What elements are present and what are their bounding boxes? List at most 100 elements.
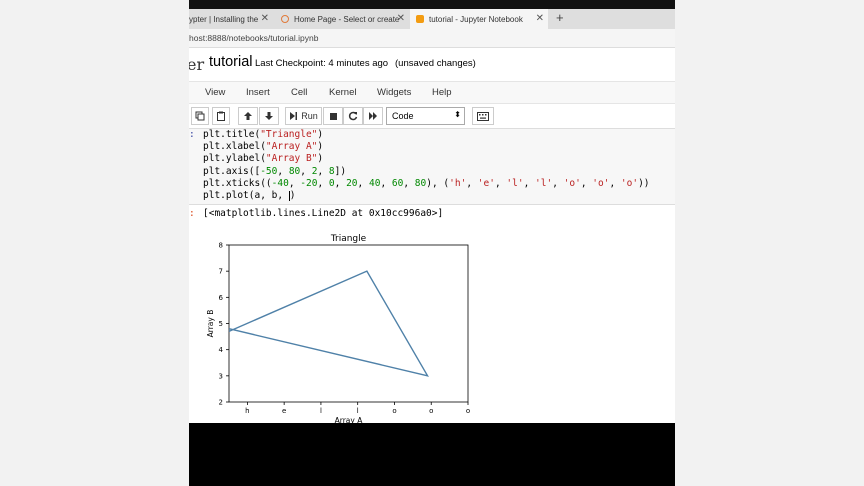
address-bar[interactable]: host:8888/notebooks/tutorial.ipynb: [189, 29, 675, 48]
menu-insert[interactable]: Insert: [246, 87, 270, 98]
code-editor[interactable]: plt.title("Triangle") plt.xlabel("Array A…: [203, 129, 650, 202]
restart-button[interactable]: [343, 107, 363, 125]
code-line: plt.title("Triangle"): [203, 129, 650, 141]
code-token: "Triangle": [260, 129, 318, 140]
close-icon[interactable]: ✕: [397, 13, 405, 24]
stop-icon: [329, 112, 337, 120]
code-token: ,: [317, 165, 329, 177]
code-token: 'h': [449, 177, 467, 189]
code-token: 'o': [620, 177, 639, 189]
interrupt-button[interactable]: [323, 107, 343, 125]
code-token: 'l': [535, 177, 553, 189]
x-tick-label: l: [357, 407, 359, 415]
cell-type-value: Code: [392, 111, 414, 121]
code-token: "Array B": [265, 153, 318, 165]
y-tick-label: 3: [219, 372, 223, 380]
menu-view[interactable]: View: [205, 87, 225, 98]
new-tab-icon[interactable]: +: [556, 10, 564, 25]
close-icon[interactable]: ✕: [536, 13, 544, 24]
code-token: ,: [609, 177, 621, 189]
move-up-button[interactable]: [238, 107, 258, 125]
menu-help[interactable]: Help: [432, 87, 452, 98]
code-token: ,: [466, 177, 478, 189]
copy-button[interactable]: [191, 107, 209, 125]
output-text: [<matplotlib.lines.Line2D at 0x10cc996a0…: [203, 208, 444, 219]
code-token: ]): [334, 165, 347, 177]
plot-figure: Triangle h e l l o o o 2 3 4 5 6 7 8 Array A Array B: [206, 234, 470, 423]
code-token: )): [638, 177, 650, 189]
code-token: ), (: [426, 177, 450, 189]
run-button[interactable]: Run: [285, 107, 322, 125]
code-token: 80: [414, 177, 427, 189]
restart-run-all-button[interactable]: [363, 107, 383, 125]
chart-title: Triangle: [330, 234, 367, 244]
code-token: plt.xlabel(: [203, 141, 266, 153]
code-token: plt.axis([: [203, 165, 261, 177]
menu-kernel[interactable]: Kernel: [329, 87, 356, 98]
code-token: ,: [334, 177, 347, 189]
y-axis-label: Array B: [206, 310, 215, 338]
input-prompt: :: [189, 129, 195, 140]
menu-widgets[interactable]: Widgets: [377, 87, 411, 98]
step-forward-icon: [290, 112, 298, 120]
y-tick-label: 4: [219, 346, 224, 354]
select-arrows-icon: ⬍: [454, 110, 461, 119]
command-palette-button[interactable]: [472, 107, 494, 125]
code-token: ,: [552, 177, 564, 189]
notebook-icon: [416, 15, 424, 23]
code-cell[interactable]: : plt.title("Triangle") plt.xlabel("Array…: [189, 128, 675, 205]
code-token: ,: [277, 165, 289, 177]
fast-forward-icon: [369, 112, 377, 120]
paste-button[interactable]: [212, 107, 230, 125]
code-token: 'o': [592, 177, 610, 189]
code-token: "Array A": [265, 141, 318, 153]
tab-tutorial[interactable]: tutorial - Jupyter Notebook ✕: [410, 9, 548, 29]
y-tick-label: 2: [219, 399, 223, 407]
code-token: ,: [403, 177, 415, 189]
tab-jupyter-installing[interactable]: ypter | Installing the ✕: [189, 9, 273, 29]
code-token: plt.plot(a, b,: [203, 190, 289, 202]
menu-bar: View Insert Cell Kernel Widgets Help: [189, 81, 675, 182]
url-text[interactable]: host:8888/notebooks/tutorial.ipynb: [189, 33, 318, 43]
code-line: plt.plot(a, b, ): [203, 190, 650, 202]
x-tick-label: l: [320, 407, 322, 415]
code-token: plt.xticks((: [203, 177, 272, 189]
code-token: 80: [288, 165, 301, 177]
code-token: ,: [580, 177, 593, 189]
y-tick-label: 5: [219, 320, 223, 328]
code-token: 'e': [477, 177, 495, 189]
code-token: 20: [346, 177, 358, 189]
x-tick-label: h: [245, 407, 249, 415]
tab-label: ypter | Installing the: [189, 14, 259, 24]
x-tick-label: e: [282, 407, 286, 415]
jupyter-logo-text[interactable]: er: [189, 55, 204, 74]
arrow-up-icon: [244, 112, 252, 120]
x-axis-label: Array A: [335, 416, 364, 423]
notebook-name[interactable]: tutorial: [209, 54, 253, 70]
code-token: 'l': [506, 177, 524, 189]
y-tick-label: 8: [219, 242, 223, 250]
y-tick-label: 6: [219, 294, 224, 302]
x-tick-label: o: [392, 407, 396, 415]
close-icon[interactable]: ✕: [261, 13, 269, 24]
code-token: ): [317, 153, 324, 165]
code-token: ): [289, 190, 296, 202]
cell-type-select[interactable]: Code ⬍: [386, 107, 465, 125]
code-token: ,: [288, 177, 301, 189]
tab-home-page[interactable]: Home Page - Select or create ✕: [275, 9, 409, 29]
menu-cell[interactable]: Cell: [291, 87, 307, 98]
code-token: plt.title(: [203, 129, 261, 140]
code-token: -20: [300, 177, 318, 189]
code-line: plt.ylabel("Array B"): [203, 153, 650, 165]
paste-icon: [217, 111, 225, 121]
unsaved-changes: (unsaved changes): [395, 58, 476, 69]
plot-axes-frame: [228, 244, 469, 403]
x-tick-label: o: [429, 407, 433, 415]
move-down-button[interactable]: [259, 107, 279, 125]
bottom-black-bar: [189, 423, 675, 486]
code-token: ,: [300, 165, 312, 177]
top-black-bar: [189, 0, 675, 9]
last-checkpoint: Last Checkpoint: 4 minutes ago: [255, 58, 389, 69]
code-line: plt.xticks((-40, -20, 0, 20, 40, 60, 80)…: [203, 178, 650, 190]
notebook-header: er tutorial Last Checkpoint: 4 minutes a…: [189, 48, 675, 80]
